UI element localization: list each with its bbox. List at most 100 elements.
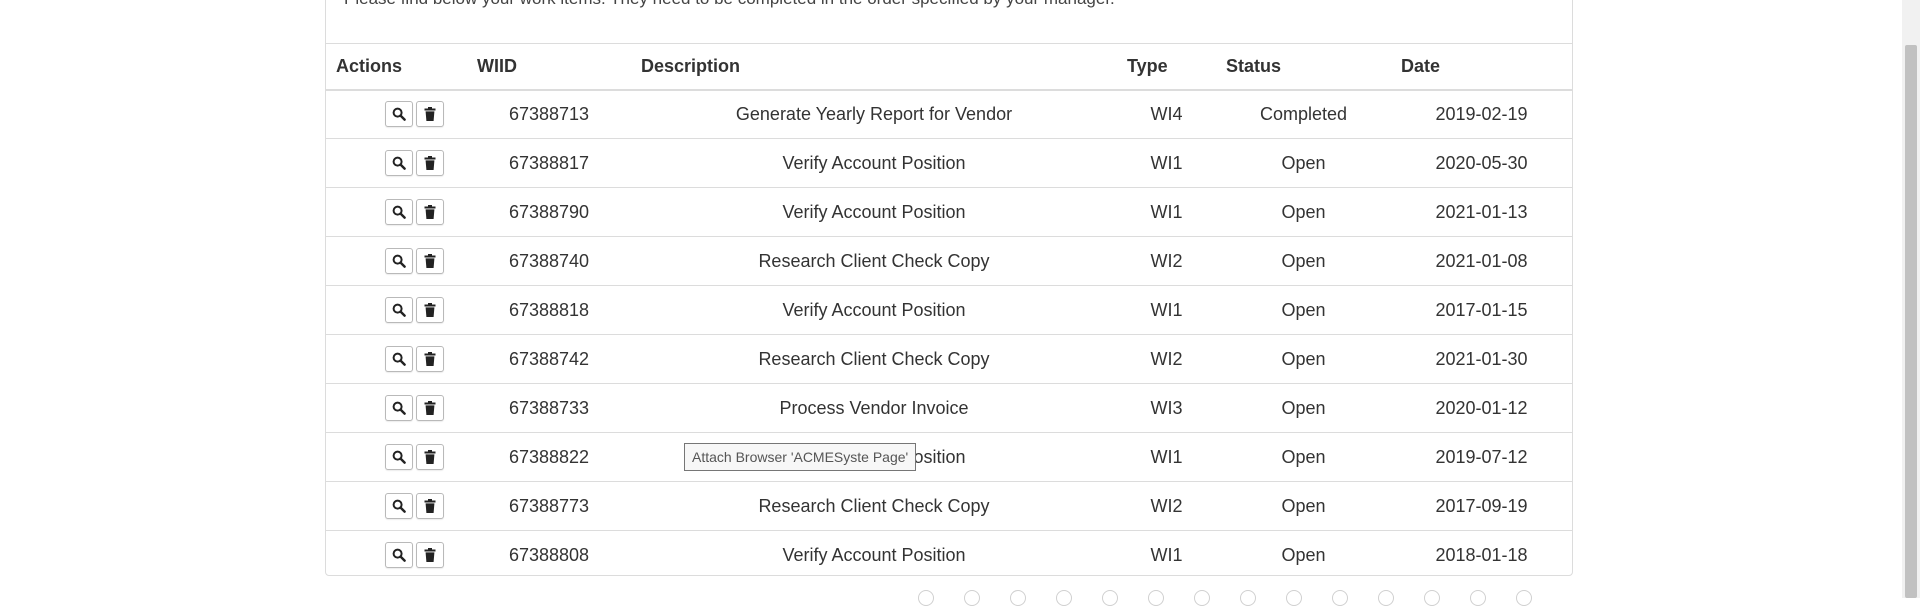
table-row: 67388817 Verify Account Position WI1 Open 20… [326,138,1572,188]
cell-status: Completed [1216,89,1391,139]
table-row: 67388733 Process Vendor Invoice WI3 Open 202… [326,383,1572,433]
cell-type: WI1 [1117,187,1216,237]
row-actions [326,531,467,580]
row-actions [326,285,467,335]
cell-type: WI2 [1117,236,1216,286]
row-actions [326,334,467,384]
page-dot[interactable] [1148,590,1164,606]
delete-button[interactable] [415,150,444,176]
page-dot[interactable] [1286,590,1302,606]
view-button[interactable] [384,493,413,519]
delete-button[interactable] [415,493,444,519]
delete-button[interactable] [415,395,444,421]
column-header-description[interactable]: Description [631,43,1117,91]
scrollbar-thumb[interactable] [1905,45,1917,598]
view-button[interactable] [384,150,413,176]
page-dot[interactable] [1194,590,1210,606]
column-header-status[interactable]: Status [1216,43,1391,91]
cell-type: WI2 [1117,481,1216,531]
cell-wiid: 67388733 [467,383,631,433]
intro-text: Please find below your work items. They … [344,0,1115,9]
cell-wiid: 67388773 [467,481,631,531]
page-dot[interactable] [1332,590,1348,606]
page-dot[interactable] [1378,590,1394,606]
view-button[interactable] [384,297,413,323]
view-button[interactable] [384,101,413,128]
cell-date: 2021-01-08 [1391,236,1572,286]
delete-button[interactable] [415,248,444,274]
cell-date: 2017-01-15 [1391,285,1572,335]
delete-button[interactable] [415,297,444,323]
table-row: 67388808 Verify Account Position WI1 Open 20… [326,531,1572,580]
work-items-table: Actions WIID Description Type Status Dat… [326,43,1572,580]
cell-wiid: 67388742 [467,334,631,384]
view-button[interactable] [384,248,413,274]
cell-description: Research Client Check Copy [631,334,1117,384]
delete-button[interactable] [415,199,444,225]
delete-button[interactable] [415,444,444,470]
table-row: 67388818 Verify Account Position WI1 Open 20… [326,285,1572,335]
cell-type: WI2 [1117,334,1216,384]
cell-description: Research Client Check Copy [631,236,1117,286]
cell-wiid: 67388713 [467,89,631,139]
page-dot[interactable] [1516,590,1532,606]
delete-button[interactable] [415,101,444,128]
view-button[interactable] [384,199,413,225]
table-row: 67388773 Research Client Check Copy WI2 Ope… [326,481,1572,531]
tooltip: Attach Browser 'ACMESyste Page' [684,443,917,471]
row-actions [326,236,467,286]
page-dot[interactable] [1470,590,1486,606]
column-header-wiid[interactable]: WIID [467,43,631,91]
row-actions [326,383,467,433]
cell-date: 2020-01-12 [1391,383,1572,433]
table-row: 67388740 Research Client Check Copy WI2 Ope… [326,236,1572,286]
cell-status: Open [1216,432,1391,482]
table-row: 67388790 Verify Account Position WI1 Open 20… [326,187,1572,237]
view-button[interactable] [384,542,413,569]
column-header-actions: Actions [326,43,467,91]
view-button[interactable] [384,444,413,470]
cell-status: Open [1216,481,1391,531]
vertical-scrollbar[interactable] [1902,0,1920,598]
page-dot[interactable] [1010,590,1026,606]
row-actions [326,89,467,139]
pagination [918,590,1568,606]
row-actions [326,187,467,237]
table-row: 67388822Verify Account PositionWI1Open20… [326,432,1572,482]
cell-description: Generate Yearly Report for Vendor [631,89,1117,139]
cell-date: 2021-01-30 [1391,334,1572,384]
cell-wiid: 67388740 [467,236,631,286]
delete-button[interactable] [415,346,444,372]
cell-status: Open [1216,383,1391,433]
cell-type: WI1 [1117,285,1216,335]
cell-date: 2021-01-13 [1391,187,1572,237]
page-dot[interactable] [1056,590,1072,606]
cell-description: Verify Account Position [631,138,1117,188]
cell-type: WI1 [1117,138,1216,188]
cell-description: Research Client Check Copy [631,481,1117,531]
cell-type: WI3 [1117,383,1216,433]
cell-status: Open [1216,285,1391,335]
cell-status: Open [1216,187,1391,237]
cell-wiid: 67388808 [508,544,590,565]
cell-status: Open [1216,236,1391,286]
column-header-type[interactable]: Type [1117,43,1216,91]
page-dot[interactable] [918,590,934,606]
page-dot[interactable] [1102,590,1118,606]
cell-description: Process Vendor Invoice [631,383,1117,433]
cell-wiid: 67388790 [467,187,631,237]
page-dot[interactable] [1240,590,1256,606]
cell-type: WI1 [1150,544,1183,565]
cell-status: Open [1216,334,1391,384]
column-header-date[interactable]: Date [1391,43,1572,91]
cell-status: Open [1216,138,1391,188]
cell-description: Verify Account Position [631,187,1117,237]
cell-description: Verify Account Position [782,544,966,565]
delete-button[interactable] [415,542,444,569]
view-button[interactable] [384,395,413,421]
page-dot[interactable] [964,590,980,606]
cell-date: 2020-05-30 [1391,138,1572,188]
cell-date: 2019-02-19 [1391,89,1572,139]
page-dot[interactable] [1424,590,1440,606]
view-button[interactable] [384,346,413,372]
